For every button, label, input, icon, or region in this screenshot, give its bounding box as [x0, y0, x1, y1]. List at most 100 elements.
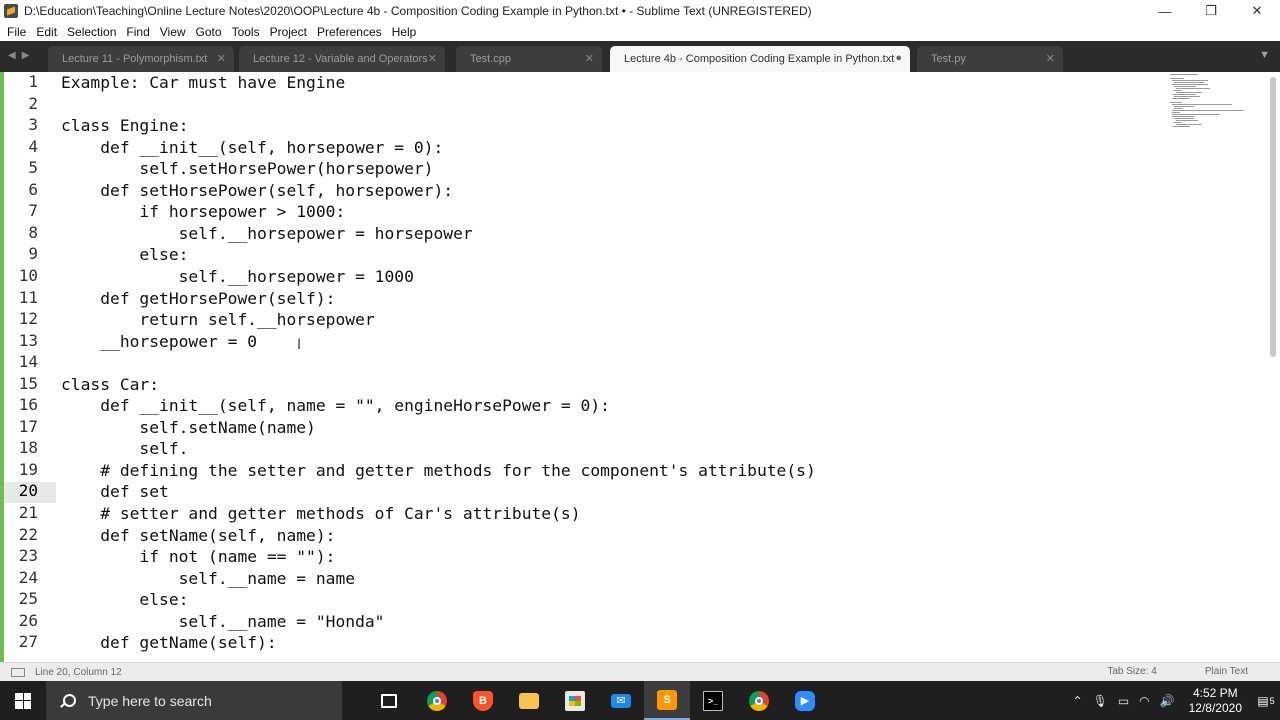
tab-label: Test.py: [931, 53, 966, 65]
close-button[interactable]: ✕: [1234, 0, 1280, 22]
tab-lecture-11[interactable]: Lecture 11 - Polymorphism.txt ✕: [48, 46, 234, 72]
title-bar: D:\Education\Teaching\Online Lecture Not…: [0, 0, 1280, 22]
unsaved-dot-icon[interactable]: ●: [895, 52, 902, 64]
tab-label: Lecture 12 - Variable and Operators: [253, 53, 428, 65]
chrome-icon: [749, 690, 769, 711]
code-line: Example: Car must have Engine: [61, 73, 346, 92]
brave-icon: B: [473, 690, 493, 711]
sublime-text-icon: S: [657, 689, 677, 710]
code-line: class Car:: [61, 374, 160, 394]
windows-logo-icon: [15, 692, 31, 709]
clock-time: 4:52 PM: [1192, 685, 1238, 700]
line-number: 16: [18, 395, 38, 415]
line-number: 9: [28, 244, 38, 264]
line-number: 25: [18, 589, 38, 609]
editor-pane[interactable]: 1 2 3 4 5 6 7 8 9 10 11 12 13 14 15 16 17 18 19 20 21 22 23 24 2…: [0, 72, 1280, 662]
terminal-app[interactable]: >_: [690, 681, 736, 720]
volume-icon[interactable]: 🔊: [1160, 694, 1175, 708]
tab-close-icon[interactable]: ✕: [1046, 52, 1055, 65]
chrome-profile-app[interactable]: [736, 681, 782, 720]
chevron-up-icon[interactable]: ⌃: [1073, 694, 1083, 708]
battery-icon[interactable]: ▭: [1118, 694, 1129, 708]
line-number: 11: [18, 287, 38, 307]
menu-file[interactable]: File: [2, 25, 31, 39]
tab-lecture-12[interactable]: Lecture 12 - Variable and Operators ✕: [239, 46, 445, 72]
minimize-button[interactable]: —: [1142, 0, 1188, 22]
menu-selection[interactable]: Selection: [62, 25, 121, 39]
tab-lecture-4b[interactable]: Lecture 4b - Composition Coding Example …: [610, 46, 910, 72]
line-number: 2: [28, 93, 38, 113]
menu-help[interactable]: Help: [387, 25, 422, 39]
code-line: def __init__(self, horsepower = 0):: [61, 137, 444, 157]
code-line: def __init__(self, name = "", engineHors…: [61, 396, 610, 416]
tab-close-icon[interactable]: ✕: [217, 52, 226, 65]
taskbar-search-box[interactable]: Type here to search: [46, 681, 342, 720]
tab-close-icon[interactable]: ✕: [585, 52, 594, 65]
task-view-button[interactable]: [366, 681, 412, 720]
line-number: 7: [28, 201, 38, 221]
tab-size-selector[interactable]: Tab Size: 4: [1107, 666, 1156, 677]
zoom-app[interactable]: ▶: [782, 681, 828, 720]
line-number-gutter: 1 2 3 4 5 6 7 8 9 10 11 12 13 14 15 16 17 18 19 20 21 22 23 24 2…: [4, 72, 56, 662]
chrome-app[interactable]: [414, 681, 460, 720]
store-app[interactable]: [552, 681, 598, 720]
line-number: 27: [18, 632, 38, 652]
line-number: 4: [28, 136, 38, 156]
tab-test-py[interactable]: Test.py ✕: [917, 46, 1063, 72]
terminal-icon: >_: [703, 690, 723, 711]
menu-bar: File Edit Selection Find View Goto Tools…: [0, 22, 1280, 41]
code-line: return self.__horsepower: [61, 310, 375, 330]
menu-view[interactable]: View: [155, 25, 191, 39]
brave-app[interactable]: B: [460, 681, 506, 720]
code-line: self.__horsepower = 1000: [61, 266, 414, 286]
notification-count: 5: [1269, 695, 1275, 706]
start-button[interactable]: [0, 681, 46, 720]
code-line: else:: [61, 590, 189, 610]
tab-test-cpp[interactable]: Test.cpp ✕: [456, 46, 602, 72]
store-bag-icon: [565, 690, 585, 711]
line-number: 8: [28, 222, 38, 242]
line-number: 1: [28, 72, 38, 91]
clock-date: 12/8/2020: [1188, 700, 1242, 715]
menu-tools[interactable]: Tools: [227, 25, 265, 39]
vertical-scrollbar[interactable]: [1270, 77, 1276, 357]
line-number: 12: [18, 309, 38, 329]
status-bar: Line 20, Column 12 Tab Size: 4 Plain Tex…: [0, 662, 1280, 681]
code-text-area[interactable]: Example: Car must have Engine class Engin…: [61, 72, 1161, 662]
code-line: if not (name == ""):: [61, 547, 336, 567]
code-line: if horsepower > 1000:: [61, 202, 346, 222]
text-cursor-ibeam-icon: I: [297, 337, 302, 353]
tab-right-arrow-icon[interactable]: ▶: [22, 50, 30, 61]
notification-center-button[interactable]: ▤ 5: [1252, 681, 1280, 720]
tab-close-icon[interactable]: ✕: [428, 52, 437, 65]
code-line: def setHorsePower(self, horsepower):: [61, 180, 454, 200]
menu-preferences[interactable]: Preferences: [312, 25, 387, 39]
menu-goto[interactable]: Goto: [191, 25, 227, 39]
code-line: self.: [61, 439, 189, 459]
wifi-icon[interactable]: ◠: [1139, 694, 1149, 708]
clock[interactable]: 4:52 PM 12/8/2020: [1189, 686, 1242, 716]
minimap[interactable]: [1166, 72, 1246, 132]
line-number: 10: [18, 265, 38, 285]
line-number: 5: [28, 158, 38, 178]
code-line: self.setName(name): [61, 417, 316, 437]
panel-toggle-icon[interactable]: [11, 667, 25, 677]
menu-project[interactable]: Project: [265, 25, 312, 39]
restore-button[interactable]: ❐: [1188, 0, 1234, 22]
syntax-selector[interactable]: Plain Text: [1205, 666, 1248, 677]
line-number: 19: [18, 459, 38, 479]
line-number: 3: [28, 115, 38, 135]
mail-icon: ✉: [611, 693, 631, 708]
line-number: 6: [28, 179, 38, 199]
microphone-icon[interactable]: 🎙: [1093, 694, 1108, 708]
cursor-position: Line 20, Column 12: [35, 666, 122, 678]
tab-left-arrow-icon[interactable]: ◀: [8, 50, 16, 61]
menu-find[interactable]: Find: [121, 25, 154, 39]
menu-edit[interactable]: Edit: [31, 25, 62, 39]
code-line: def getName(self):: [61, 633, 277, 653]
tab-list-dropdown-icon[interactable]: ▼: [1259, 49, 1270, 61]
sublime-text-app[interactable]: S: [644, 681, 690, 720]
mail-app[interactable]: ✉: [598, 681, 644, 720]
file-explorer-app[interactable]: [506, 681, 552, 720]
line-number: 14: [18, 352, 38, 372]
